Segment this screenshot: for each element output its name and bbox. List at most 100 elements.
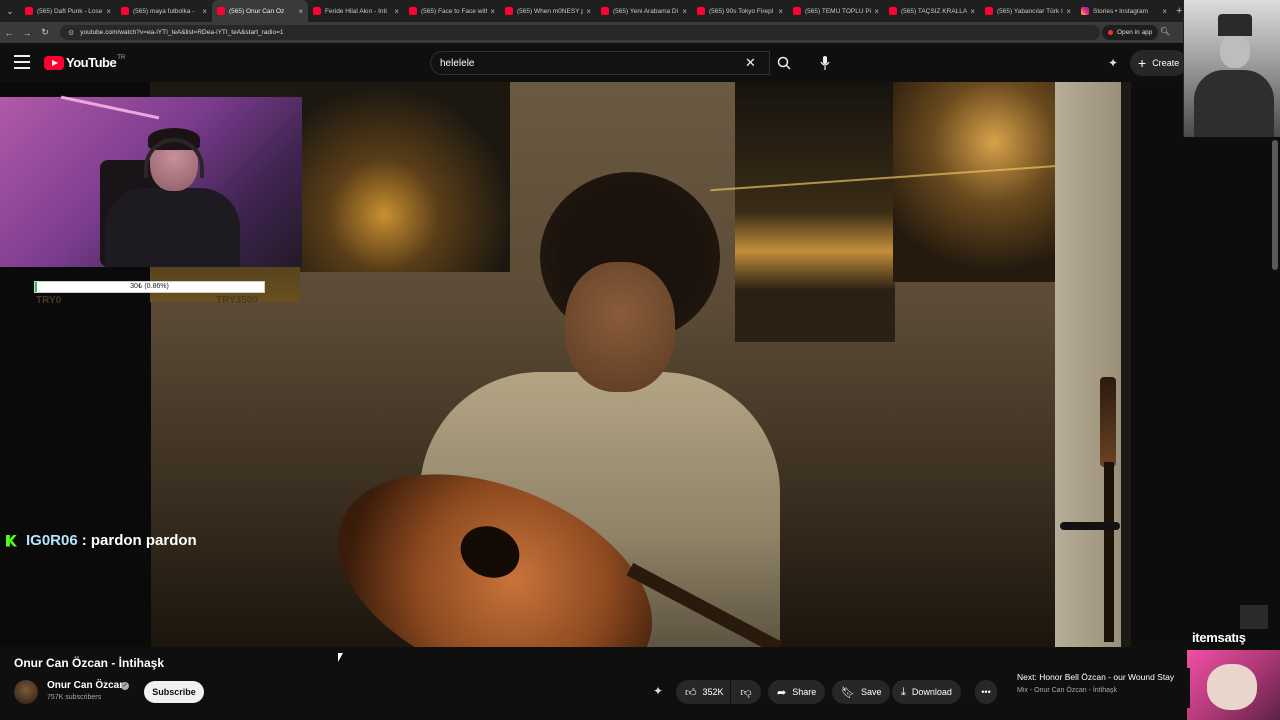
video-title: Onur Can Özcan - İntihaşk [14, 656, 165, 670]
share-button[interactable]: ➦ Share [768, 680, 826, 704]
youtube-header: YouTube TR helelele ✕ ✦ + Create [0, 43, 1280, 82]
bookmark-icon: 🔖︎ [841, 686, 855, 699]
mouse-cursor [338, 653, 343, 662]
url-text: youtube.com/watch?v=ea-iYTI_teA&list=RDe… [80, 29, 284, 36]
browser-tab[interactable]: (565) Daft Punk - Lose × [20, 0, 116, 22]
ask-ai-sparkle-icon[interactable]: ✦ [653, 684, 663, 698]
next-video-subtitle: Mix - Onur Can Özcan - İntihaşk [1017, 687, 1117, 694]
url-field[interactable]: ⚙ youtube.com/watch?v=ea-iYTI_teA&list=R… [60, 25, 1100, 40]
close-tab-icon[interactable]: × [1162, 7, 1167, 16]
performer-face [565, 262, 675, 392]
zoom-icon[interactable]: 🔍︎ [1160, 27, 1170, 36]
browser-tab[interactable]: (565) maya futbolka - × [116, 0, 212, 22]
tab-title: Stories • Instagram [1093, 7, 1149, 15]
next-video-card[interactable]: Next: Honor Bell Özcan - our Wound Stay … [1010, 668, 1190, 708]
close-tab-icon[interactable]: × [298, 7, 303, 16]
youtube-icon [889, 7, 897, 15]
new-tab-button[interactable]: + [1176, 5, 1182, 17]
like-count: 352K [702, 687, 724, 697]
channel-avatar[interactable] [14, 680, 38, 704]
close-tab-icon[interactable]: × [970, 7, 975, 16]
donation-goal-bar: 30₺ (0.86%) [34, 281, 265, 293]
wall-poster-city [735, 82, 895, 342]
close-tab-icon[interactable]: × [394, 7, 399, 16]
historic-photo-overlay [1183, 0, 1280, 137]
tab-title: (565) Face to Face with [421, 7, 488, 15]
sparkle-icon[interactable]: ✦ [1108, 56, 1118, 70]
instagram-icon [1081, 7, 1089, 15]
share-label: Share [792, 687, 817, 697]
download-label: Download [911, 687, 952, 697]
donation-goal-min: TRY0 [36, 295, 62, 306]
browser-tab[interactable]: Feride Hilal Akın - İnti × [308, 0, 404, 22]
tab-title: (565) 90s Tokyo Firepl [709, 7, 774, 15]
reload-icon[interactable]: ↻ [36, 27, 54, 38]
save-button[interactable]: 🔖︎ Save [832, 680, 891, 704]
save-label: Save [860, 687, 882, 697]
logo-text: YouTube [66, 55, 117, 70]
close-tab-icon[interactable]: × [586, 7, 591, 16]
subscriber-count: 757K subscribers [47, 694, 102, 701]
forward-icon[interactable]: → [18, 28, 36, 38]
close-tab-icon[interactable]: × [202, 7, 207, 16]
kick-icon [6, 534, 17, 547]
back-icon[interactable]: ← [0, 28, 18, 38]
youtube-icon [121, 7, 129, 15]
browser-tab[interactable]: (565) 90s Tokyo Firepl × [692, 0, 788, 22]
search-button[interactable] [770, 51, 798, 75]
close-tab-icon[interactable]: × [778, 7, 783, 16]
youtube-icon [697, 7, 705, 15]
search-icon [777, 56, 791, 70]
tab-title: (565) TAÇSIZ KRALLAR [901, 7, 968, 15]
youtube-icon [25, 7, 33, 15]
clear-search-icon[interactable]: ✕ [745, 55, 756, 71]
create-button[interactable]: + Create [1130, 50, 1188, 76]
next-video-title: Next: Honor Bell Özcan - our Wound Stay [1017, 672, 1175, 682]
more-icon: ••• [981, 687, 991, 697]
tab-title: (565) When m0NESY p [517, 7, 584, 15]
browser-tab[interactable]: (565) TEMU TOPLU Pi × [788, 0, 884, 22]
like-button[interactable]: 👍︎ 352K [676, 680, 730, 704]
page-scrollbar[interactable] [1272, 140, 1278, 270]
tab-title: (565) Yabancılar Türk I [997, 7, 1063, 15]
browser-tab[interactable]: (565) When m0NESY p × [500, 0, 596, 22]
close-tab-icon[interactable]: × [874, 7, 879, 16]
close-tab-icon[interactable]: × [106, 7, 111, 16]
subscribe-button[interactable]: Subscribe [144, 681, 204, 703]
voice-search-button[interactable] [814, 53, 836, 73]
search-input[interactable]: helelele [430, 51, 770, 75]
open-in-app-label: Open in app [1117, 29, 1153, 36]
tab-title: (565) TEMU TOPLU Pi [805, 7, 872, 15]
close-tab-icon[interactable]: × [1066, 7, 1071, 16]
youtube-logo[interactable]: YouTube TR [44, 55, 125, 70]
share-icon: ➦ [777, 686, 787, 699]
open-in-app-button[interactable]: Open in app [1102, 25, 1159, 40]
plus-icon: + [1138, 55, 1147, 71]
close-tab-icon[interactable]: × [490, 7, 495, 16]
thumbs-up-icon: 👍︎ [685, 686, 697, 699]
small-cam-overlay [1240, 605, 1268, 629]
browser-tab[interactable]: (565) Yabancılar Türk I × [980, 0, 1076, 22]
youtube-icon [505, 7, 513, 15]
standing-guitar [1060, 372, 1120, 647]
close-tab-icon[interactable]: × [682, 7, 687, 16]
menu-icon[interactable] [14, 55, 30, 69]
youtube-icon [601, 7, 609, 15]
donation-goal-text: 30₺ (0.86%) [130, 283, 169, 290]
youtube-icon [793, 7, 801, 15]
tab-title: (565) Onur Can Öz [229, 7, 285, 15]
youtube-icon [313, 7, 321, 15]
microphone-icon [820, 56, 830, 70]
pillarbox-right [1121, 82, 1280, 647]
download-button[interactable]: ⤓ Download [892, 680, 961, 704]
browser-tab[interactable]: (565) Onur Can Öz × [212, 0, 308, 22]
dislike-button[interactable]: 👎︎ [731, 680, 761, 704]
browser-tab[interactable]: (565) Face to Face with × [404, 0, 500, 22]
browser-tab[interactable]: (565) Yeni Arabama Di × [596, 0, 692, 22]
browser-tab[interactable]: Stories • Instagram × [1076, 0, 1172, 22]
browser-tab[interactable]: (565) TAÇSIZ KRALLAR × [884, 0, 980, 22]
tab-search-chevron-icon[interactable]: ⌄ [0, 0, 20, 22]
channel-name[interactable]: Onur Can Özcan [47, 680, 125, 691]
site-info-icon[interactable]: ⚙ [68, 29, 74, 37]
more-actions-button[interactable]: ••• [975, 680, 997, 704]
